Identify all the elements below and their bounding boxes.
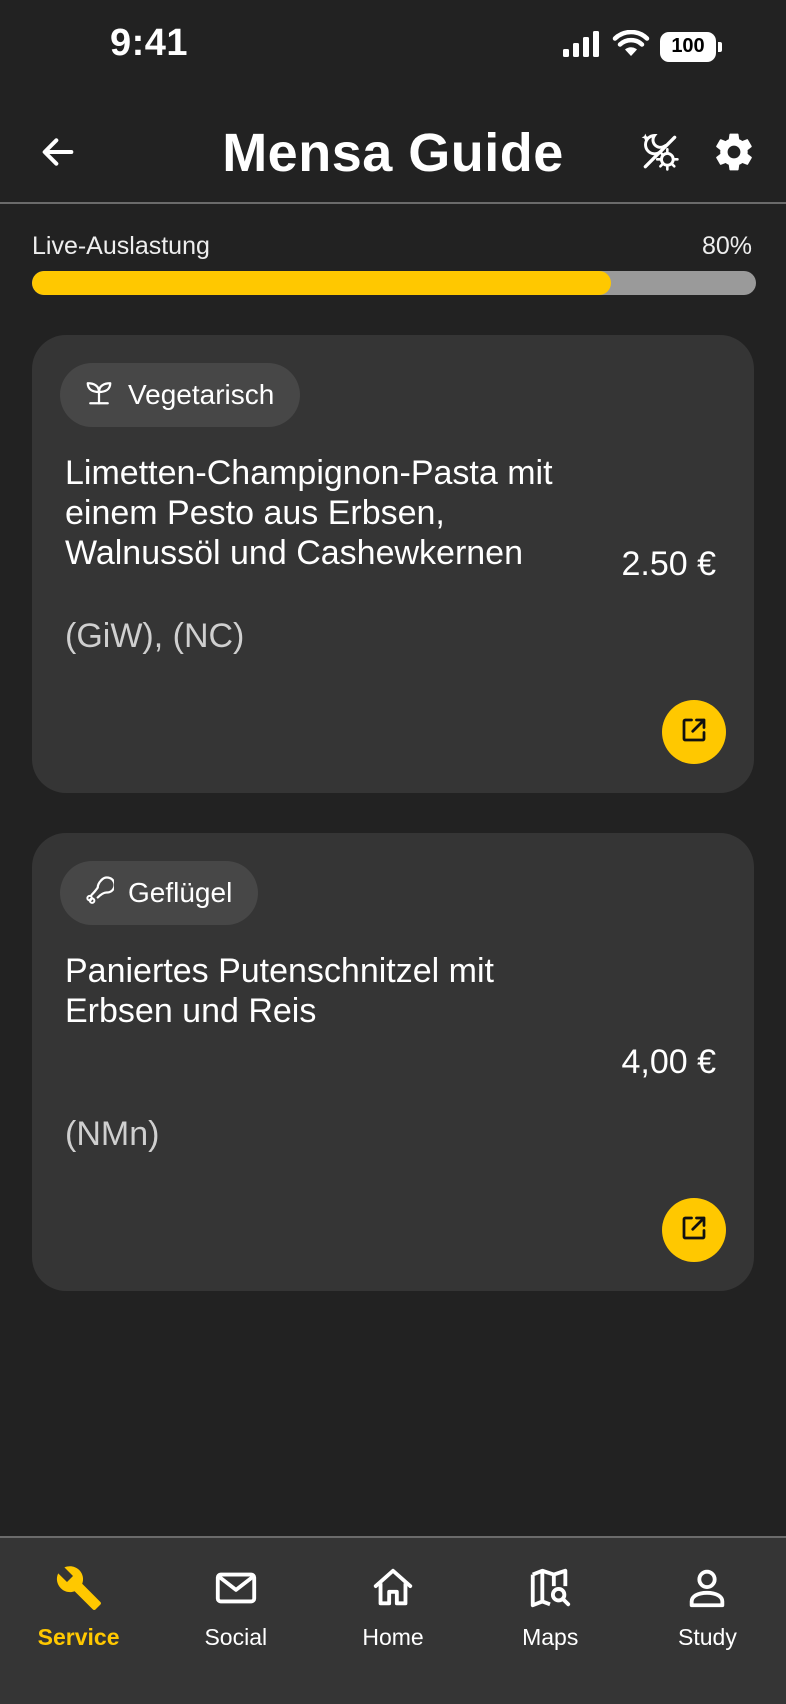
- open-details-button[interactable]: [662, 700, 726, 764]
- app-header: Mensa Guide: [0, 96, 786, 204]
- live-load-progress-fill: [32, 271, 612, 295]
- meal-card: Geflügel Paniertes Putenschnitzel mit Er…: [32, 833, 754, 1291]
- live-load-progress-bar: [32, 271, 756, 295]
- live-load-label: Live-Auslastung: [32, 232, 210, 260]
- dish-price: 4,00 €: [621, 1043, 716, 1081]
- category-label: Geflügel: [128, 877, 233, 908]
- settings-button[interactable]: [706, 126, 762, 182]
- live-load-percent: 80%: [701, 232, 752, 260]
- open-in-new-icon: [679, 715, 709, 750]
- bottom-navigation: Service Social Home Maps Study: [0, 1536, 786, 1704]
- status-time: 9:41: [110, 22, 189, 64]
- nav-item-maps[interactable]: Maps: [472, 1538, 629, 1704]
- dish-price: 2.50 €: [621, 545, 716, 583]
- mensa-guide-screen: 9:41 100 Mensa Guide Live-Auslastung 80%…: [0, 0, 786, 1704]
- nav-item-social[interactable]: Social: [157, 1538, 314, 1704]
- battery-indicator: 100: [660, 31, 722, 62]
- gear-icon: [712, 130, 756, 179]
- sprout-icon: [84, 377, 114, 414]
- category-label: Vegetarisch: [128, 379, 275, 410]
- person-icon: [683, 1564, 731, 1612]
- category-chip: Geflügel: [60, 861, 259, 925]
- open-details-button[interactable]: [662, 1198, 726, 1262]
- category-chip: Vegetarisch: [60, 363, 301, 427]
- dish-additives: (NMn): [65, 1115, 160, 1153]
- dish-name: Limetten-Champignon-Pasta mit einem Pest…: [65, 454, 553, 572]
- nav-item-home[interactable]: Home: [314, 1538, 471, 1704]
- home-icon: [369, 1564, 417, 1612]
- dish-name: Paniertes Putenschnitzel mit Erbsen und …: [65, 952, 494, 1030]
- night-day-icon: [638, 130, 682, 179]
- nav-label: Service: [37, 1624, 120, 1650]
- nav-label: Study: [678, 1624, 737, 1650]
- map-search-icon: [526, 1564, 574, 1612]
- dish-additives: (GiW), (NC): [65, 617, 245, 655]
- status-bar: 9:41 100: [0, 0, 786, 96]
- mail-icon: [212, 1564, 260, 1612]
- wifi-icon: [612, 29, 650, 63]
- wrench-icon: [55, 1564, 103, 1612]
- nav-item-service[interactable]: Service: [0, 1538, 157, 1704]
- status-icons: 100: [562, 29, 722, 63]
- nav-label: Maps: [522, 1624, 579, 1650]
- theme-toggle-button[interactable]: [632, 126, 688, 182]
- signal-icon: [562, 30, 602, 63]
- nav-label: Social: [204, 1624, 268, 1650]
- meal-card: Vegetarisch Limetten-Champignon-Pasta mi…: [32, 335, 754, 793]
- open-in-new-icon: [679, 1213, 709, 1248]
- nav-item-study[interactable]: Study: [629, 1538, 786, 1704]
- drumstick-icon: [84, 875, 116, 912]
- nav-label: Home: [362, 1624, 424, 1650]
